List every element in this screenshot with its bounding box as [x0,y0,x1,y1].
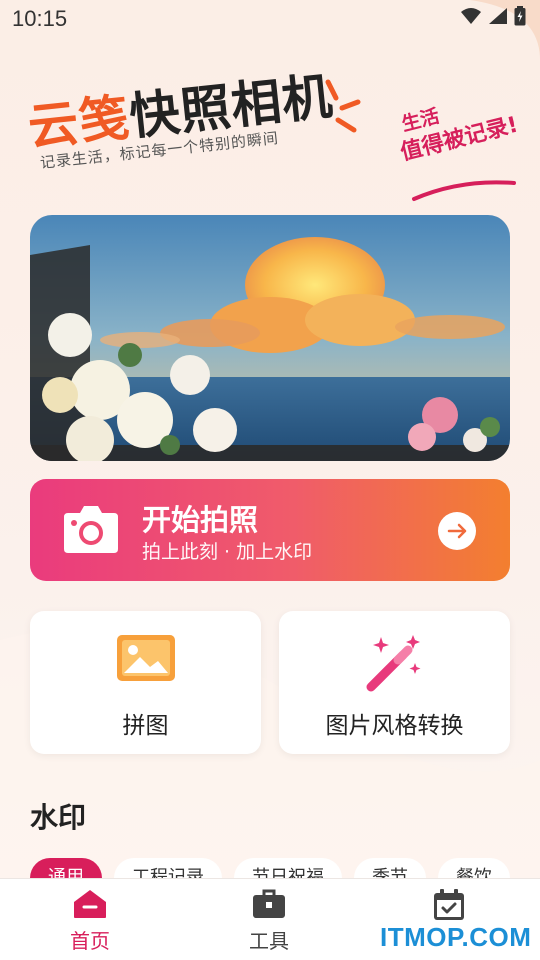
site-watermark: ITMOP.COM [380,922,532,952]
status-time: 10:15 [12,6,68,31]
nav-tools[interactable]: 工具 [209,889,329,954]
toolbox-icon [253,889,285,918]
status-bar: 10:15 [0,0,540,38]
image-icon [116,633,176,687]
signal-icon [489,8,507,24]
wifi-icon [461,8,481,24]
start-photo-subtitle: 拍上此刻 · 加上水印 [142,541,313,563]
nav-home-label: 首页 [70,929,110,953]
swash-decoration-icon [412,180,516,201]
battery-icon [514,6,526,26]
puzzle-label: 拼图 [122,713,169,739]
side-tagline: 生活 值得被记录! [391,84,521,167]
app-header: 云笺快照相机 记录生活，标记每一个特别的瞬间 生活 值得被记录! [0,60,540,201]
start-photo-button[interactable]: 开始拍照 拍上此刻 · 加上水印 [30,479,510,581]
puzzle-card[interactable]: 拼图 [30,611,261,754]
banner-image[interactable] [30,215,510,461]
home-icon [74,890,106,918]
start-photo-title: 开始拍照 [142,503,259,537]
burst-decoration-icon [325,79,361,133]
status-icons [460,6,526,26]
calendar-check-icon [434,889,464,920]
nav-home[interactable]: 首页 [30,889,150,954]
camera-icon [64,506,118,553]
magic-wand-icon [365,633,425,697]
nav-tools-label: 工具 [249,929,289,953]
arrow-right-icon [438,512,476,550]
style-transfer-card[interactable]: 图片风格转换 [279,611,510,754]
watermark-section-title: 水印 [30,801,87,834]
style-transfer-label: 图片风格转换 [325,713,464,739]
